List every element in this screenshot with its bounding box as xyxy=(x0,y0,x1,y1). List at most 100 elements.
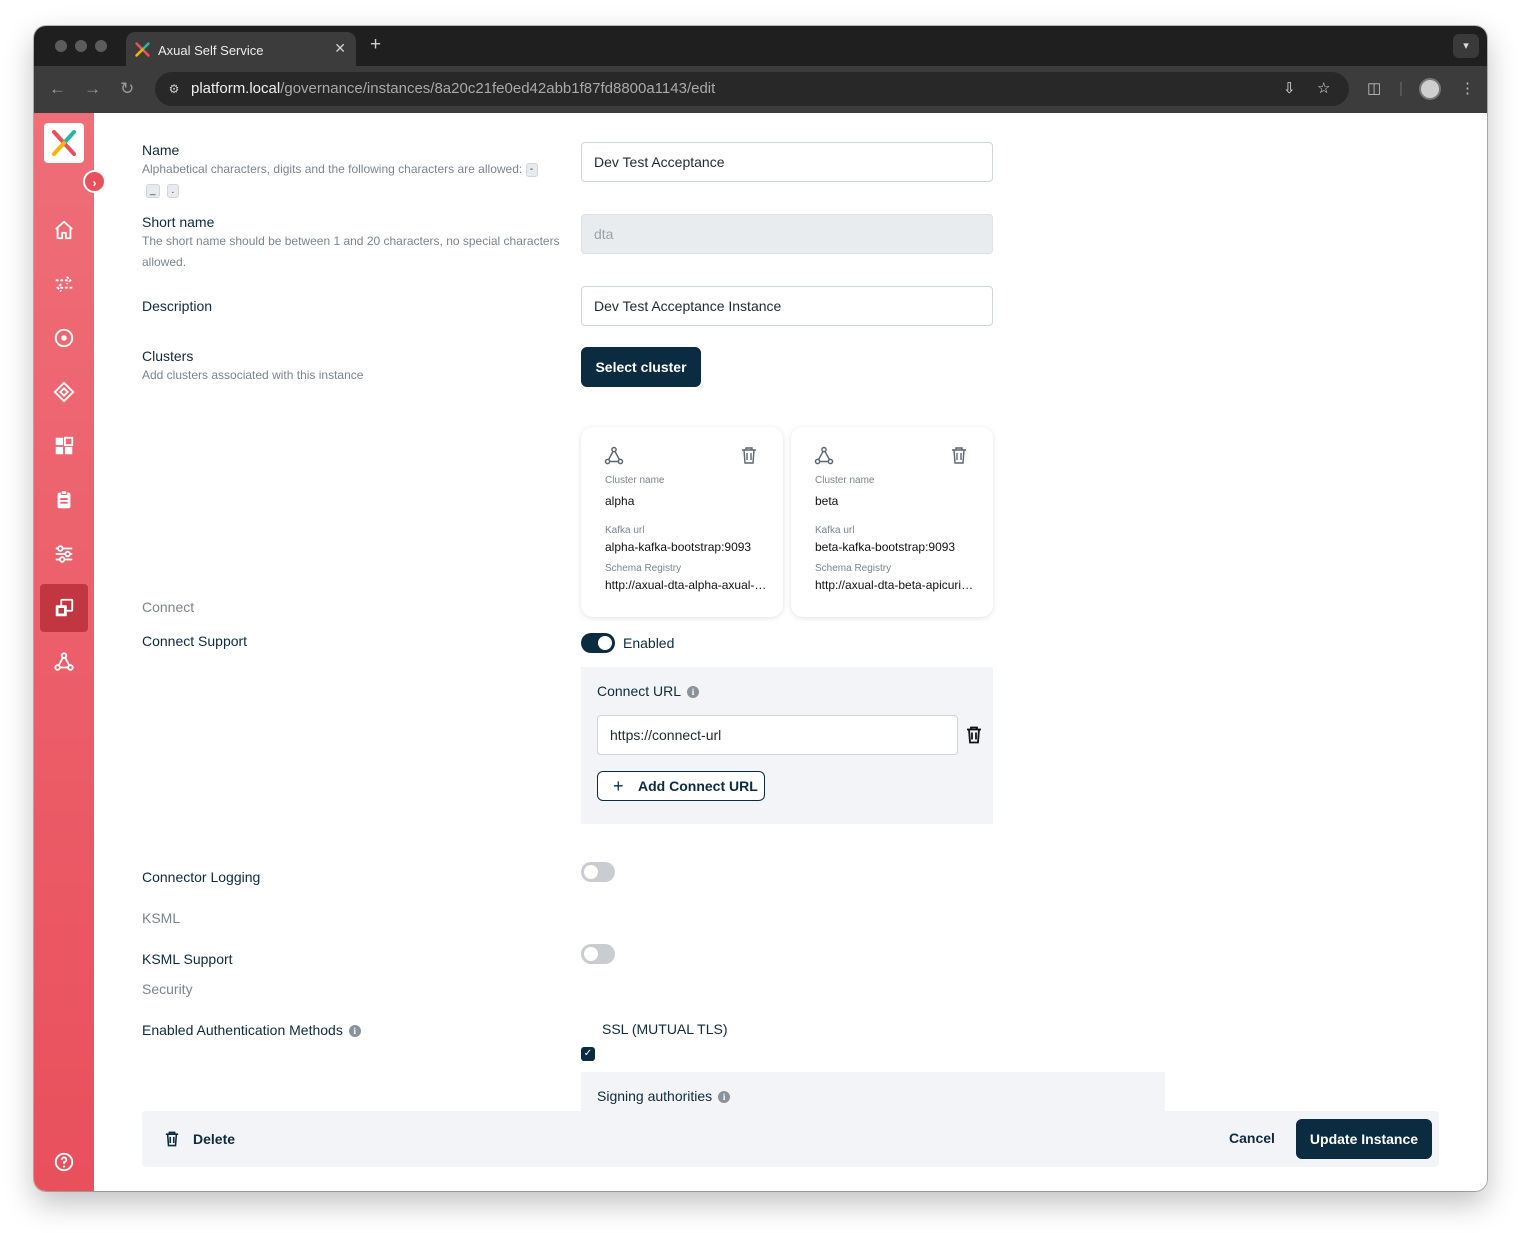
browser-window: Axual Self Service ✕ + ▾ ← → ↻ ⚙ platfor… xyxy=(34,26,1487,1191)
url-text: platform.local/governance/instances/8a20… xyxy=(191,80,715,97)
install-app-icon[interactable]: ⇩ xyxy=(1283,80,1296,98)
applications-icon xyxy=(54,328,74,348)
browser-toolbar: ← → ↻ ⚙ platform.local/governance/instan… xyxy=(34,66,1487,113)
remove-cluster-trash-icon[interactable] xyxy=(951,447,967,464)
cluster-name-value: beta xyxy=(815,494,839,508)
reload-icon[interactable]: ↻ xyxy=(120,79,134,99)
url-host: platform.local xyxy=(191,80,281,97)
ksml-support-toggle[interactable] xyxy=(581,944,615,964)
window-zoom-dot[interactable] xyxy=(95,40,107,52)
axual-logo-icon xyxy=(52,130,76,156)
delete-connect-url-trash-icon[interactable] xyxy=(966,726,982,744)
plus-icon: + xyxy=(613,776,624,796)
name-hint-text: Alphabetical characters, digits and the … xyxy=(142,162,523,176)
help-icon xyxy=(54,1152,74,1172)
forward-arrow-icon[interactable]: → xyxy=(84,79,101,99)
connect-support-label: Connect Support xyxy=(142,633,248,649)
sidebar-item-clusters[interactable] xyxy=(40,638,88,686)
tab-close-icon[interactable]: ✕ xyxy=(334,40,346,56)
browser-menu-icon[interactable]: ⋮ xyxy=(1460,79,1475,99)
ksml-section-heading: KSML xyxy=(142,910,181,926)
extensions-icon[interactable]: ◫ xyxy=(1367,79,1381,99)
cluster-name-key: Cluster name xyxy=(815,475,875,486)
add-connect-url-button[interactable]: + Add Connect URL xyxy=(597,771,765,801)
tab-search-chevron-icon[interactable]: ▾ xyxy=(1453,34,1479,58)
app-root: › Name Alphabetical characters, digits a… xyxy=(34,113,1487,1191)
url-path: /governance/instances/8a20c21fe0ed42abb1… xyxy=(280,80,716,97)
description-input[interactable]: Dev Test Acceptance Instance xyxy=(581,286,993,326)
tab-title: Axual Self Service xyxy=(158,43,264,58)
delete-button[interactable]: Delete xyxy=(162,1127,242,1151)
sidebar-item-applications[interactable] xyxy=(40,314,88,362)
signing-authorities-label-text: Signing authorities xyxy=(597,1088,713,1104)
name-input[interactable]: Dev Test Acceptance xyxy=(581,142,993,182)
sidebar-item-settings[interactable] xyxy=(40,530,88,578)
address-bar[interactable]: ⚙ platform.local/governance/instances/8a… xyxy=(155,72,1349,106)
sidebar-item-home[interactable] xyxy=(40,206,88,254)
description-label: Description xyxy=(142,298,213,314)
bookmark-star-icon[interactable]: ☆ xyxy=(1317,80,1330,98)
connect-url-panel: Connect URL i https://connect-url + Add C… xyxy=(581,667,993,824)
clipboard-icon xyxy=(57,490,71,509)
sidebar-item-dashboards[interactable] xyxy=(40,422,88,470)
connect-support-state: Enabled xyxy=(623,635,675,651)
cluster-card-alpha: Cluster name alpha Kafka url alpha-kafka… xyxy=(581,427,783,617)
schema-registry-value: http://axual-dta-beta-apicurio-registry xyxy=(815,578,977,592)
kafka-url-key: Kafka url xyxy=(815,525,855,536)
sidebar-item-instances[interactable] xyxy=(40,584,88,632)
connect-url-label-text: Connect URL xyxy=(597,683,682,699)
back-arrow-icon[interactable]: ← xyxy=(49,79,66,99)
add-connect-url-label: Add Connect URL xyxy=(638,778,758,794)
select-cluster-button[interactable]: Select cluster xyxy=(581,347,701,387)
schema-registry-key: Schema Registry xyxy=(605,563,682,574)
info-icon[interactable]: i xyxy=(687,686,700,699)
ssl-checkbox-label: SSL (MUTUAL TLS) xyxy=(602,1021,728,1037)
browser-tab-bar: Axual Self Service ✕ + ▾ xyxy=(34,26,1487,66)
site-info-icon[interactable]: ⚙ xyxy=(165,80,183,98)
name-hint: Alphabetical characters, digits and the … xyxy=(142,159,562,201)
cluster-icon xyxy=(54,652,74,671)
allowed-char-underscore: _ xyxy=(146,183,160,198)
connect-url-input[interactable]: https://connect-url xyxy=(597,715,958,755)
connector-logging-toggle[interactable] xyxy=(581,862,615,882)
clusters-hint: Add clusters associated with this instan… xyxy=(142,368,364,382)
ssl-checkbox[interactable]: ✓ xyxy=(581,1047,595,1061)
connect-support-toggle[interactable] xyxy=(581,633,615,653)
name-label: Name xyxy=(142,142,180,158)
profile-avatar[interactable] xyxy=(1419,78,1441,100)
dashboard-grid-icon xyxy=(55,436,74,455)
form-action-bar: Delete Cancel Update Instance xyxy=(142,1111,1439,1167)
auth-methods-label: Enabled Authentication Methods i xyxy=(142,1022,361,1038)
schema-registry-key: Schema Registry xyxy=(815,563,892,574)
axual-logo[interactable] xyxy=(44,123,84,163)
sidebar-item-streams[interactable] xyxy=(40,260,88,308)
browser-tab[interactable]: Axual Self Service ✕ xyxy=(126,32,356,66)
new-tab-icon[interactable]: + xyxy=(370,35,381,55)
streams-icon xyxy=(55,276,73,292)
signing-authorities-panel: Signing authorities i xyxy=(581,1072,1165,1112)
auth-methods-label-text: Enabled Authentication Methods xyxy=(142,1022,343,1038)
trash-icon xyxy=(165,1131,179,1147)
connect-url-label: Connect URL i xyxy=(597,683,700,699)
kafka-url-value: alpha-kafka-bootstrap:9093 xyxy=(605,540,752,554)
window-minimize-dot[interactable] xyxy=(75,40,87,52)
sidebar-item-schemas[interactable] xyxy=(40,368,88,416)
short-name-label: Short name xyxy=(142,214,215,230)
cancel-button[interactable]: Cancel xyxy=(1229,1130,1275,1146)
allowed-char-dot: . xyxy=(166,183,179,198)
cluster-card-beta: Cluster name beta Kafka url beta-kafka-b… xyxy=(791,427,993,617)
window-close-dot[interactable] xyxy=(55,40,67,52)
sidebar-item-help[interactable] xyxy=(40,1140,88,1184)
kafka-url-key: Kafka url xyxy=(605,525,645,536)
sidebar-item-reports[interactable] xyxy=(40,476,88,524)
clusters-label: Clusters xyxy=(142,348,194,364)
home-icon xyxy=(55,220,73,240)
remove-cluster-trash-icon[interactable] xyxy=(741,447,757,464)
toolbar-divider: | xyxy=(1399,80,1403,97)
info-icon[interactable]: i xyxy=(718,1091,731,1104)
ksml-support-label: KSML Support xyxy=(142,951,233,967)
update-instance-button[interactable]: Update Instance xyxy=(1296,1119,1432,1159)
cluster-icon xyxy=(814,446,834,465)
connector-logging-label: Connector Logging xyxy=(142,869,261,885)
info-icon[interactable]: i xyxy=(348,1025,361,1038)
